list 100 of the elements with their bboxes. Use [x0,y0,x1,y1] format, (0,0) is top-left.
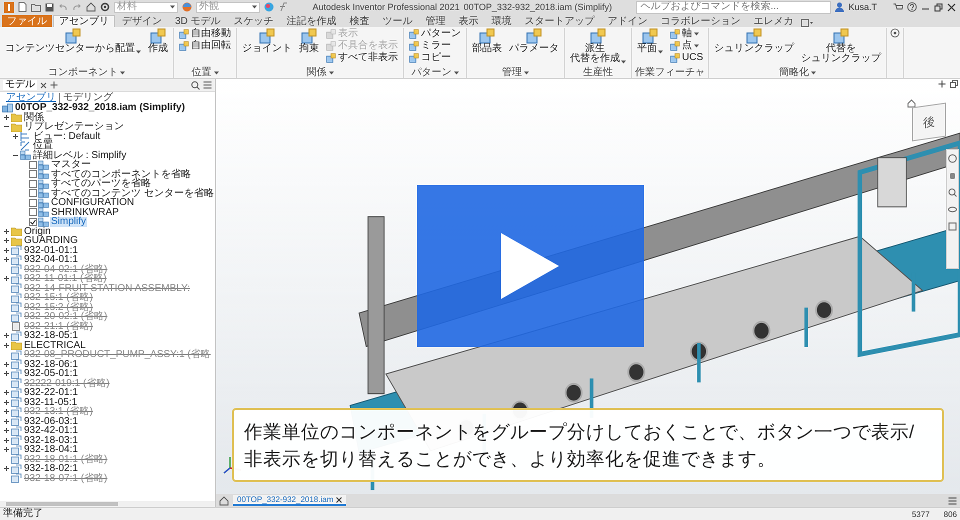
home-icon[interactable] [219,496,229,506]
close-icon[interactable] [336,496,342,502]
expand-icon[interactable] [2,360,10,368]
document-tab[interactable]: 00TOP_332-932_2018.iam [233,495,346,506]
tree-item[interactable]: すべてのコンポーネントを省略 [50,170,192,179]
tree-item[interactable]: 932-01-01:1 [23,246,79,255]
tree-item[interactable]: リプレゼンテーション [23,122,125,132]
tree-item[interactable]: 位置 [32,141,54,150]
expand-icon[interactable] [2,398,10,406]
expand-icon[interactable] [2,370,10,378]
expand-icon[interactable] [2,237,10,244]
ribbon-tab[interactable]: 検査 [344,15,376,27]
tree-item[interactable]: Simplify [50,217,88,226]
expand-icon[interactable] [2,389,10,396]
tree-item[interactable]: 932-13:1 (省略) [23,407,94,416]
tree-item[interactable]: 932-05-01:1 [23,369,79,378]
add-icon[interactable] [50,81,58,89]
tree-item[interactable]: GUARDING [23,236,79,246]
ribbon-tab[interactable]: 表示 [452,15,485,27]
menu-icon[interactable] [948,496,957,504]
tree-item[interactable]: ELECTRICAL [23,340,87,350]
ribbon-tool[interactable]: 派生 代替を作成 [568,28,628,64]
cart-icon[interactable] [893,2,903,12]
ribbon-tool[interactable]: 拘束 [297,28,321,54]
target-icon[interactable] [890,28,900,38]
expand-icon[interactable] [2,446,10,454]
tree-item[interactable]: すべてのパーツを省略 [50,179,152,188]
ribbon-tool[interactable]: 点 [668,40,706,52]
ribbon-tool[interactable]: パターン [407,28,463,40]
expand-icon[interactable] [2,332,10,340]
panel-toggle-icon[interactable] [800,19,813,27]
ribbon-tool[interactable]: 自由回転 [177,40,233,52]
tree-item[interactable]: Origin [23,226,52,236]
ribbon-tool[interactable]: ジョイント [240,28,294,54]
tree-item[interactable]: 932-04-02:1 (省略) [23,264,108,274]
tree-item[interactable]: 932-08_PRODUCT_PUMP_ASSY:1 (省略 [23,350,212,360]
tree-item[interactable]: 932-15:2 (省略) [23,302,94,312]
checkbox-icon[interactable] [29,189,37,198]
ribbon-tool[interactable]: UCS [668,52,706,64]
ribbon-tab[interactable]: スタートアップ [518,15,601,27]
navigation-bar[interactable] [946,149,959,269]
ribbon-tab[interactable]: スケッチ [228,15,280,27]
tree-item[interactable]: SHRINKWRAP [50,208,120,217]
checkbox-icon[interactable] [29,180,37,188]
tree-item[interactable]: マスター [50,160,92,170]
expand-icon[interactable] [2,246,10,254]
ribbon-tool[interactable]: 作成 [146,28,170,54]
checked-checkbox-icon[interactable] [29,218,37,226]
ribbon-tab[interactable]: コラボレーション [654,15,747,27]
expand-icon[interactable] [2,465,10,472]
browser-tab[interactable]: モデル [3,80,37,90]
ribbon-tab[interactable]: 注記を作成 [280,15,343,27]
tree-item[interactable]: 932-42-01:1 [23,426,79,436]
tree-item[interactable]: 関係 [23,112,45,122]
expand-icon[interactable] [2,228,10,235]
scrollbar-thumb[interactable] [6,502,118,506]
user-name[interactable]: Kusa.T [848,2,877,12]
tree-item[interactable]: 932-18-03:1 [23,436,79,445]
ribbon-tab[interactable]: エレメカ [748,15,800,27]
expand-icon[interactable] [2,427,10,434]
ribbon-tool[interactable]: コンテンツセンターから配置 [3,28,143,54]
expand-icon[interactable] [2,114,10,121]
expand-icon[interactable] [2,408,10,416]
checkbox-icon[interactable] [29,170,37,178]
ribbon-tool[interactable]: ミラー [407,40,463,52]
restore-icon[interactable] [950,80,958,88]
ribbon-tab[interactable]: デザイン [116,15,168,27]
tree-item[interactable]: 932-18-07:1 (省略) [23,474,108,483]
ribbon-tool[interactable]: 平面 [635,28,665,54]
folder-icon[interactable] [31,2,41,12]
home-icon[interactable] [86,2,96,12]
menu-icon[interactable] [203,81,212,89]
ribbon-tab[interactable]: 環境 [486,15,518,27]
ribbon-tool[interactable]: コピー [407,52,463,64]
tree-item[interactable]: 932-04-01:1 [23,255,79,264]
tree-item[interactable]: 932-21:1 (省略) [23,322,94,331]
close-icon[interactable] [947,2,956,12]
tree-item[interactable]: すべてのコンテンツ センターを省略 [50,188,215,198]
tree-item[interactable]: 932-18-06:1 [23,360,79,369]
tree-item[interactable]: ビュー: Default [32,132,102,141]
ribbon-tool[interactable]: 部品表 [470,28,504,54]
tree-item[interactable]: CONFIGURATION [50,198,136,208]
ribbon-tab[interactable]: アドイン [602,15,654,27]
ribbon-tab[interactable]: 管理 [420,15,452,27]
checkbox-icon[interactable] [29,198,37,207]
save-icon[interactable] [45,2,54,12]
tree-item[interactable]: 932-11-01:1 (省略) [23,274,108,284]
tree-item[interactable]: 詳細レベル : Simplify [32,150,128,160]
checkbox-icon[interactable] [29,208,37,216]
tree-item[interactable]: 932-18-05:1 [23,331,79,340]
ribbon-tool[interactable]: 代替を シュリンクラップ [799,28,884,64]
tree-item[interactable]: 32222-019:1 (省略) [23,378,111,388]
ribbon-tool[interactable]: すべて非表示 [324,52,400,64]
help-icon[interactable] [907,2,917,12]
new-file-icon[interactable] [18,2,27,12]
tree-item[interactable]: 932-18-04:1 [23,445,79,454]
mode-tab[interactable]: モデリング [59,92,116,102]
tree-item[interactable]: 00TOP_332-932_2018.iam (Simplify) [14,103,186,112]
tree-item[interactable]: 932-15:1 (省略) [23,293,94,302]
ribbon-tab[interactable]: ツール [376,15,419,27]
